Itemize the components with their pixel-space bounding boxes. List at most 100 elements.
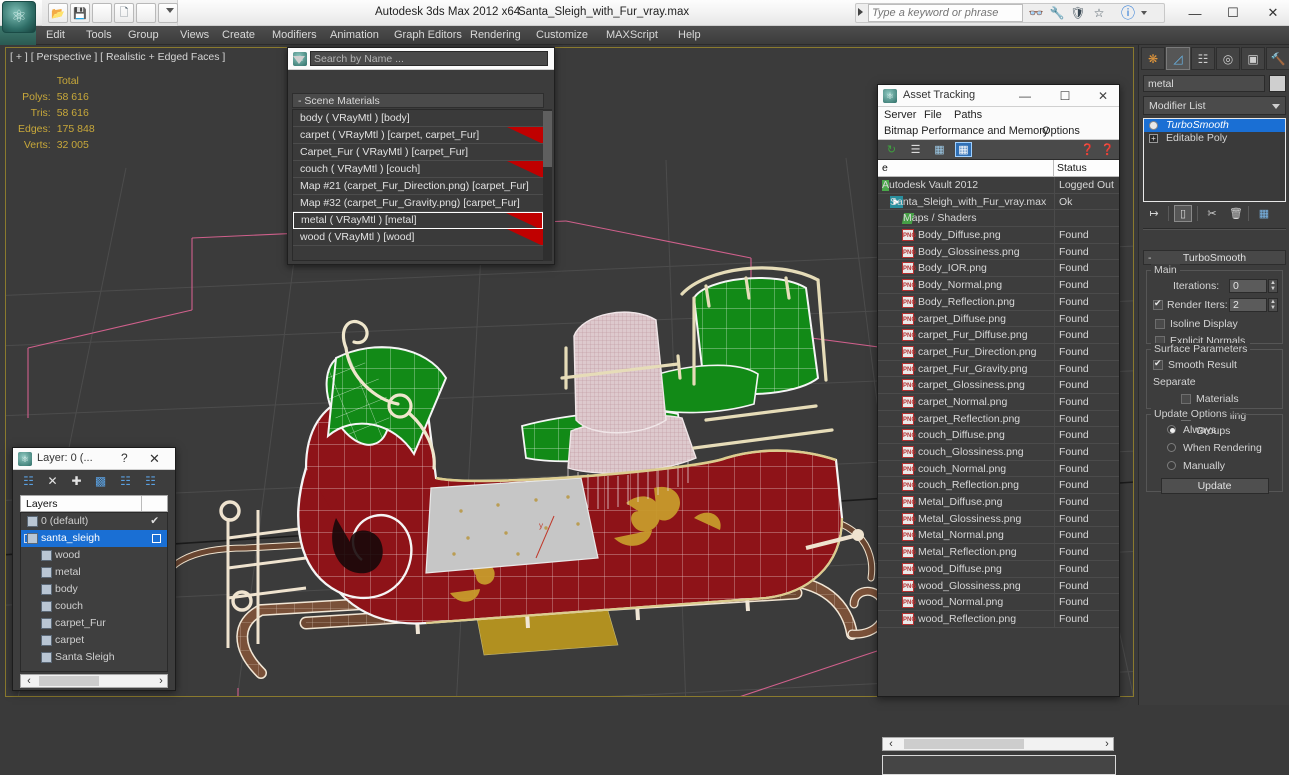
asset-scroll-thumb[interactable] (904, 739, 1024, 749)
modifier-stack[interactable]: TurboSmooth + Editable Poly (1143, 118, 1286, 202)
update-always-radio[interactable] (1167, 425, 1176, 434)
asset-table-row[interactable]: PNG Body_Reflection.png Found (878, 293, 1119, 311)
asset-close-button[interactable]: ✕ (1090, 88, 1116, 104)
asset-table-row[interactable]: PNG couch_Diffuse.png Found (878, 427, 1119, 444)
column-header-status[interactable]: Status (1057, 162, 1087, 174)
asset-minimize-button[interactable]: — (1012, 88, 1038, 104)
scene-materials-group[interactable]: - Scene Materials (292, 93, 544, 108)
menu-help[interactable]: Help (678, 29, 701, 41)
close-icon[interactable]: ✕ (149, 451, 160, 467)
application-menu-button[interactable]: ⚛ (2, 1, 36, 33)
render-iters-value[interactable]: 2 (1229, 298, 1267, 312)
thumbnail-view-icon[interactable]: ▦ (931, 142, 948, 157)
lightbulb-icon[interactable] (1149, 121, 1158, 130)
blank-icon[interactable] (158, 3, 178, 23)
wrench-icon[interactable]: 🔧 (1048, 5, 1066, 21)
asset-table-body[interactable]: Autodesk Vault 2012 Logged Out ▶ Santa_Slei… (878, 177, 1119, 655)
column-header-name[interactable]: e (882, 162, 888, 174)
scroll-left-icon[interactable]: ‹ (884, 738, 898, 750)
smooth-result-checkbox[interactable] (1153, 358, 1163, 370)
configure-sets-icon[interactable]: ▦ (1255, 205, 1273, 222)
make-unique-icon[interactable]: ✂ (1203, 205, 1221, 222)
layer-column-divider[interactable] (141, 496, 142, 511)
scroll-left-icon[interactable]: ‹ (22, 675, 36, 687)
asset-table-row[interactable]: PNG wood_Glossiness.png Found (878, 577, 1119, 595)
asset-table-row[interactable]: PNG carpet_Glossiness.png Found (878, 377, 1119, 394)
menu-rendering[interactable]: Rendering (470, 29, 521, 41)
menu-edit[interactable]: Edit (46, 29, 65, 41)
select-objects-icon[interactable]: ▩ (92, 473, 109, 489)
save-file-icon[interactable]: 💾 (70, 3, 90, 23)
search-input[interactable] (868, 4, 1023, 22)
asset-table-row[interactable]: PNG couch_Normal.png Found (878, 460, 1119, 478)
binoculars-icon[interactable]: 👓 (1027, 5, 1045, 21)
asset-table-row[interactable]: PNG wood_Reflection.png Found (878, 610, 1119, 628)
asset-table-row[interactable]: PNG Metal_Reflection.png Found (878, 544, 1119, 561)
material-list-item[interactable]: body ( VRayMtl ) [body] (293, 110, 543, 127)
iterations-spinner[interactable]: ▲ ▼ (1268, 279, 1278, 293)
asset-table-row[interactable]: PNG Metal_Normal.png Found (878, 527, 1119, 545)
grid-view-icon[interactable]: ▦ (955, 142, 972, 157)
add-selection-icon[interactable]: ✚ (68, 473, 85, 489)
material-list-item[interactable]: couch ( VRayMtl ) [couch] (293, 161, 543, 178)
close-button[interactable]: ✕ (1258, 4, 1288, 22)
expand-plus-icon[interactable]: + (1149, 134, 1158, 143)
delete-layer-icon[interactable]: ✕ (44, 473, 61, 489)
chevron-down-icon[interactable] (1272, 104, 1280, 109)
asset-table-row[interactable]: PNG couch_Glossiness.png Found (878, 444, 1119, 461)
modifier-list-dropdown[interactable]: Modifier List (1143, 96, 1286, 115)
set-current-icon[interactable]: ☷ (142, 473, 159, 489)
help-secondary-icon[interactable]: ❓ (1099, 142, 1116, 157)
menu-file[interactable]: File (924, 109, 942, 121)
menu-customize[interactable]: Customize (536, 29, 588, 41)
menu-maxscript[interactable]: MAXScript (606, 29, 658, 41)
material-list-item[interactable]: Carpet_Fur ( VRayMtl ) [carpet_Fur] (293, 144, 543, 161)
layer-scroll-thumb[interactable] (39, 676, 99, 686)
motion-tab-icon[interactable]: ◎ (1216, 47, 1240, 70)
material-search-input[interactable]: Search by Name ... (310, 51, 548, 66)
hierarchy-tab-icon[interactable]: ☷ (1191, 47, 1215, 70)
asset-table-row[interactable]: PNG carpet_Reflection.png Found (878, 410, 1119, 428)
maximize-button[interactable]: ☐ (1218, 4, 1248, 22)
subscription-icon[interactable]: 🛡 (1069, 5, 1087, 21)
menu-options[interactable]: Options (1042, 125, 1080, 137)
collapse-icon[interactable]: - (1148, 251, 1152, 265)
asset-table-row[interactable]: PNG carpet_Diffuse.png Found (878, 310, 1119, 328)
asset-table-row[interactable]: PNG carpet_Fur_Direction.png Found (878, 343, 1119, 361)
display-tab-icon[interactable]: ▣ (1241, 47, 1265, 70)
create-tab-icon[interactable]: ❋ (1141, 47, 1165, 70)
asset-tracking-window[interactable]: ⚛ Asset Tracking — ☐ ✕ Server File Paths… (877, 84, 1120, 775)
material-map-browser-window[interactable]: ⚛ Material/Map Browser ✕ Search by Name … (287, 47, 555, 265)
layer-manager-window[interactable]: ⚛ Layer: 0 (... ? ✕ ☷ ✕ ✚ ▩ ☷ ☷ Layers 0… (12, 447, 176, 691)
update-manually-radio[interactable] (1167, 461, 1176, 470)
redo-icon[interactable]: 🗋 (114, 3, 134, 23)
menu-group[interactable]: Group (128, 29, 159, 41)
asset-table-row[interactable]: PNG carpet_Normal.png Found (878, 393, 1119, 411)
new-icon[interactable] (136, 3, 156, 23)
layer-list-item[interactable]: body (21, 581, 167, 598)
update-when-rendering-radio[interactable] (1167, 443, 1176, 452)
menu-tools[interactable]: Tools (86, 29, 112, 41)
help-icon[interactable]: ? (121, 451, 128, 465)
menu-animation[interactable]: Animation (330, 29, 379, 41)
asset-table-row[interactable]: PNG wood_Normal.png Found (878, 594, 1119, 611)
layer-list-item[interactable]: 0 (default) ✔ (21, 513, 167, 530)
iterations-value[interactable]: 0 (1229, 279, 1267, 293)
menu-bitmap-performance[interactable]: Bitmap Performance and Memory (884, 125, 1048, 137)
asset-table-row[interactable]: PNG Body_Glossiness.png Found (878, 243, 1119, 261)
asset-table-row[interactable]: PNG Body_IOR.png Found (878, 260, 1119, 278)
asset-table-row[interactable]: PNG carpet_Fur_Gravity.png Found (878, 360, 1119, 378)
layer-current-box-icon[interactable] (152, 534, 161, 543)
layer-list-item[interactable]: carpet_Fur (21, 615, 167, 632)
material-list-item[interactable]: Map #32 (carpet_Fur_Gravity.png) [carpet… (293, 195, 543, 212)
favorites-star-icon[interactable]: ☆ (1090, 5, 1108, 21)
minimize-button[interactable]: — (1180, 4, 1210, 22)
rollout-title-bar[interactable]: - TurboSmooth (1143, 250, 1286, 265)
separate-materials-checkbox[interactable] (1181, 394, 1191, 404)
material-list[interactable]: body ( VRayMtl ) [body] carpet ( VRayMtl … (292, 109, 544, 261)
render-iters-checkbox[interactable] (1153, 298, 1163, 310)
create-new-layer-icon[interactable]: ☷ (20, 473, 37, 489)
menu-modifiers[interactable]: Modifiers (272, 29, 317, 41)
select-highlight-icon[interactable]: ☷ (117, 473, 134, 489)
material-list-item[interactable]: metal ( VRayMtl ) [metal] (293, 212, 543, 229)
